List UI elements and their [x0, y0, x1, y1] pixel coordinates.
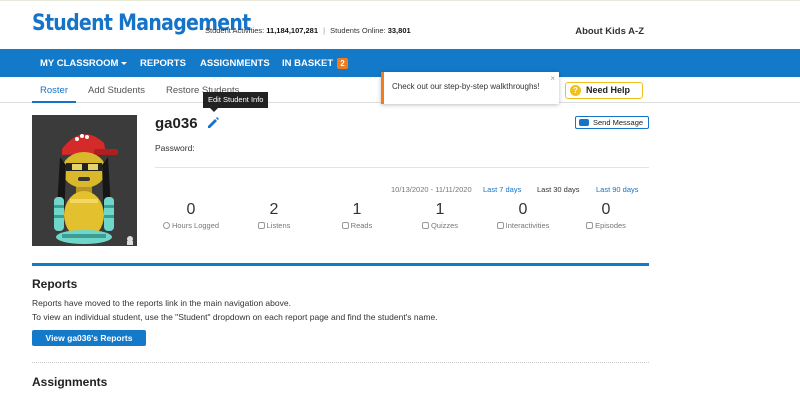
profile-divider [155, 167, 649, 168]
view-reports-button[interactable]: View ga036's Reports [32, 330, 146, 346]
range-last-90-days[interactable]: Last 90 days [596, 185, 639, 194]
walkthrough-popup[interactable]: Check out our step-by-step walkthroughs!… [381, 72, 559, 104]
app-header: Student Management Student Activities: 1… [0, 0, 800, 49]
nav-in-basket[interactable]: IN BASKET 2 [282, 58, 348, 69]
section-dotted-divider [32, 362, 649, 363]
activities-value: 11,184,107,281 [266, 26, 319, 35]
send-message-label: Send Message [593, 118, 644, 127]
question-icon [421, 222, 429, 229]
reports-info-line-1: Reports have moved to the reports link i… [32, 298, 291, 308]
date-range-text: 10/13/2020 - 11/11/2020 [391, 185, 472, 194]
nav-my-classroom-label: MY CLASSROOM [40, 58, 119, 69]
stat-episodes: 0 Episodes [561, 201, 651, 230]
stat-quizzes: 1 Quizzes [395, 201, 485, 230]
send-message-button[interactable]: Send Message [575, 116, 649, 129]
range-last-30-days[interactable]: Last 30 days [537, 185, 580, 194]
active-tab-indicator [32, 101, 76, 103]
reports-info-line-2: To view an individual student, use the "… [32, 312, 438, 322]
stat-label: Reads [350, 221, 373, 230]
reports-heading: Reports [32, 277, 78, 291]
nav-reports[interactable]: REPORTS [140, 58, 186, 69]
site-stats: Student Activities: 11,184,107,281 | Stu… [205, 26, 411, 35]
need-help-label: Need Help [586, 85, 631, 95]
online-value: 33,801 [387, 26, 411, 35]
stat-value: 1 [435, 201, 445, 218]
basket-count-badge: 2 [337, 58, 348, 69]
headphones-icon [257, 222, 265, 229]
edit-info-tooltip: Edit Student Info [203, 92, 269, 108]
about-link[interactable]: About Kids A-Z [575, 26, 644, 37]
tooltip-arrow [210, 108, 218, 112]
stat-label: Hours Logged [171, 221, 220, 230]
message-icon [579, 119, 589, 126]
stat-reads: 1 Reads [312, 201, 402, 230]
interactivity-icon [496, 222, 504, 229]
student-avatar [32, 115, 137, 246]
stat-label: Listens [266, 221, 291, 230]
stat-label: Interactivities [505, 221, 550, 230]
help-question-icon: ? [570, 85, 581, 96]
robot-avatar-icon [32, 115, 137, 246]
stat-hours-logged: 0 Hours Logged [146, 201, 236, 230]
student-username: ga036 [155, 115, 198, 132]
close-icon[interactable]: × [550, 74, 555, 83]
stat-value: 0 [186, 201, 196, 218]
stat-value: 0 [518, 201, 528, 218]
online-label: Students Online: [330, 26, 386, 35]
activities-label: Student Activities: [205, 26, 265, 35]
assignments-heading: Assignments [32, 375, 108, 389]
nav-assignments[interactable]: ASSIGNMENTS [200, 58, 270, 69]
tab-add-students[interactable]: Add Students [88, 85, 145, 96]
stats-separator: | [323, 26, 326, 35]
walkthrough-text: Check out our step-by-step walkthroughs! [392, 82, 540, 91]
section-divider-bar [32, 263, 649, 266]
stat-value: 0 [601, 201, 611, 218]
password-label: Password: [155, 143, 195, 153]
stat-interactivities: 0 Interactivities [478, 201, 568, 230]
need-help-button[interactable]: ? Need Help [565, 82, 643, 99]
stat-value: 1 [352, 201, 362, 218]
stat-value: 2 [269, 201, 279, 218]
clock-icon [162, 222, 170, 229]
stat-listens: 2 Listens [229, 201, 319, 230]
range-last-7-days[interactable]: Last 7 days [483, 185, 521, 194]
nav-in-basket-label: IN BASKET [282, 58, 334, 69]
stat-label: Episodes [595, 221, 626, 230]
nav-my-classroom[interactable]: MY CLASSROOM [40, 58, 128, 69]
stat-label: Quizzes [430, 221, 459, 230]
chevron-down-icon [121, 61, 128, 65]
episode-icon [586, 222, 594, 229]
pencil-icon[interactable] [206, 116, 220, 130]
book-icon [341, 222, 349, 229]
tab-roster[interactable]: Roster [40, 85, 68, 96]
